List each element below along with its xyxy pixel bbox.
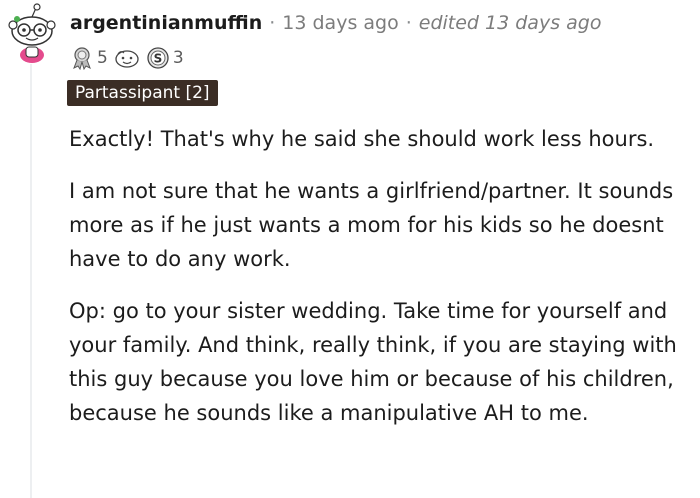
comment-timestamp[interactable]: 13 days ago bbox=[282, 12, 398, 34]
comment-author[interactable]: argentinianmuffin bbox=[70, 12, 262, 34]
awards-row: 5 S 3 bbox=[70, 44, 190, 72]
silver-award-icon bbox=[73, 47, 91, 70]
wholesome-award-icon bbox=[115, 50, 139, 68]
comment-body: Exactly! That's why he said she should w… bbox=[69, 122, 697, 448]
snoo-avatar-icon bbox=[8, 3, 56, 63]
award-s-coin[interactable]: S 3 bbox=[146, 46, 184, 70]
comment-paragraph: I am not sure that he wants a girlfriend… bbox=[69, 179, 674, 271]
award-count: 3 bbox=[172, 48, 184, 68]
comment-paragraph: Exactly! That's why he said she should w… bbox=[69, 127, 655, 151]
award-wholesome[interactable] bbox=[114, 46, 140, 70]
svg-text:S: S bbox=[154, 52, 163, 66]
award-count: 5 bbox=[97, 48, 108, 68]
separator-dot: · bbox=[269, 12, 276, 34]
separator-dot: · bbox=[405, 12, 412, 34]
thread-line[interactable] bbox=[30, 64, 32, 498]
edited-timestamp: edited 13 days ago bbox=[418, 12, 602, 34]
comment-header: argentinianmuffin · 13 days ago · edited… bbox=[70, 10, 601, 36]
avatar[interactable] bbox=[6, 3, 58, 63]
user-flair[interactable]: Partassipant [2] bbox=[67, 80, 218, 106]
s-coin-award-icon: S bbox=[147, 47, 169, 69]
award-silver[interactable]: 5 bbox=[70, 46, 108, 70]
comment-paragraph: Op: go to your sister wedding. Take time… bbox=[69, 299, 677, 425]
